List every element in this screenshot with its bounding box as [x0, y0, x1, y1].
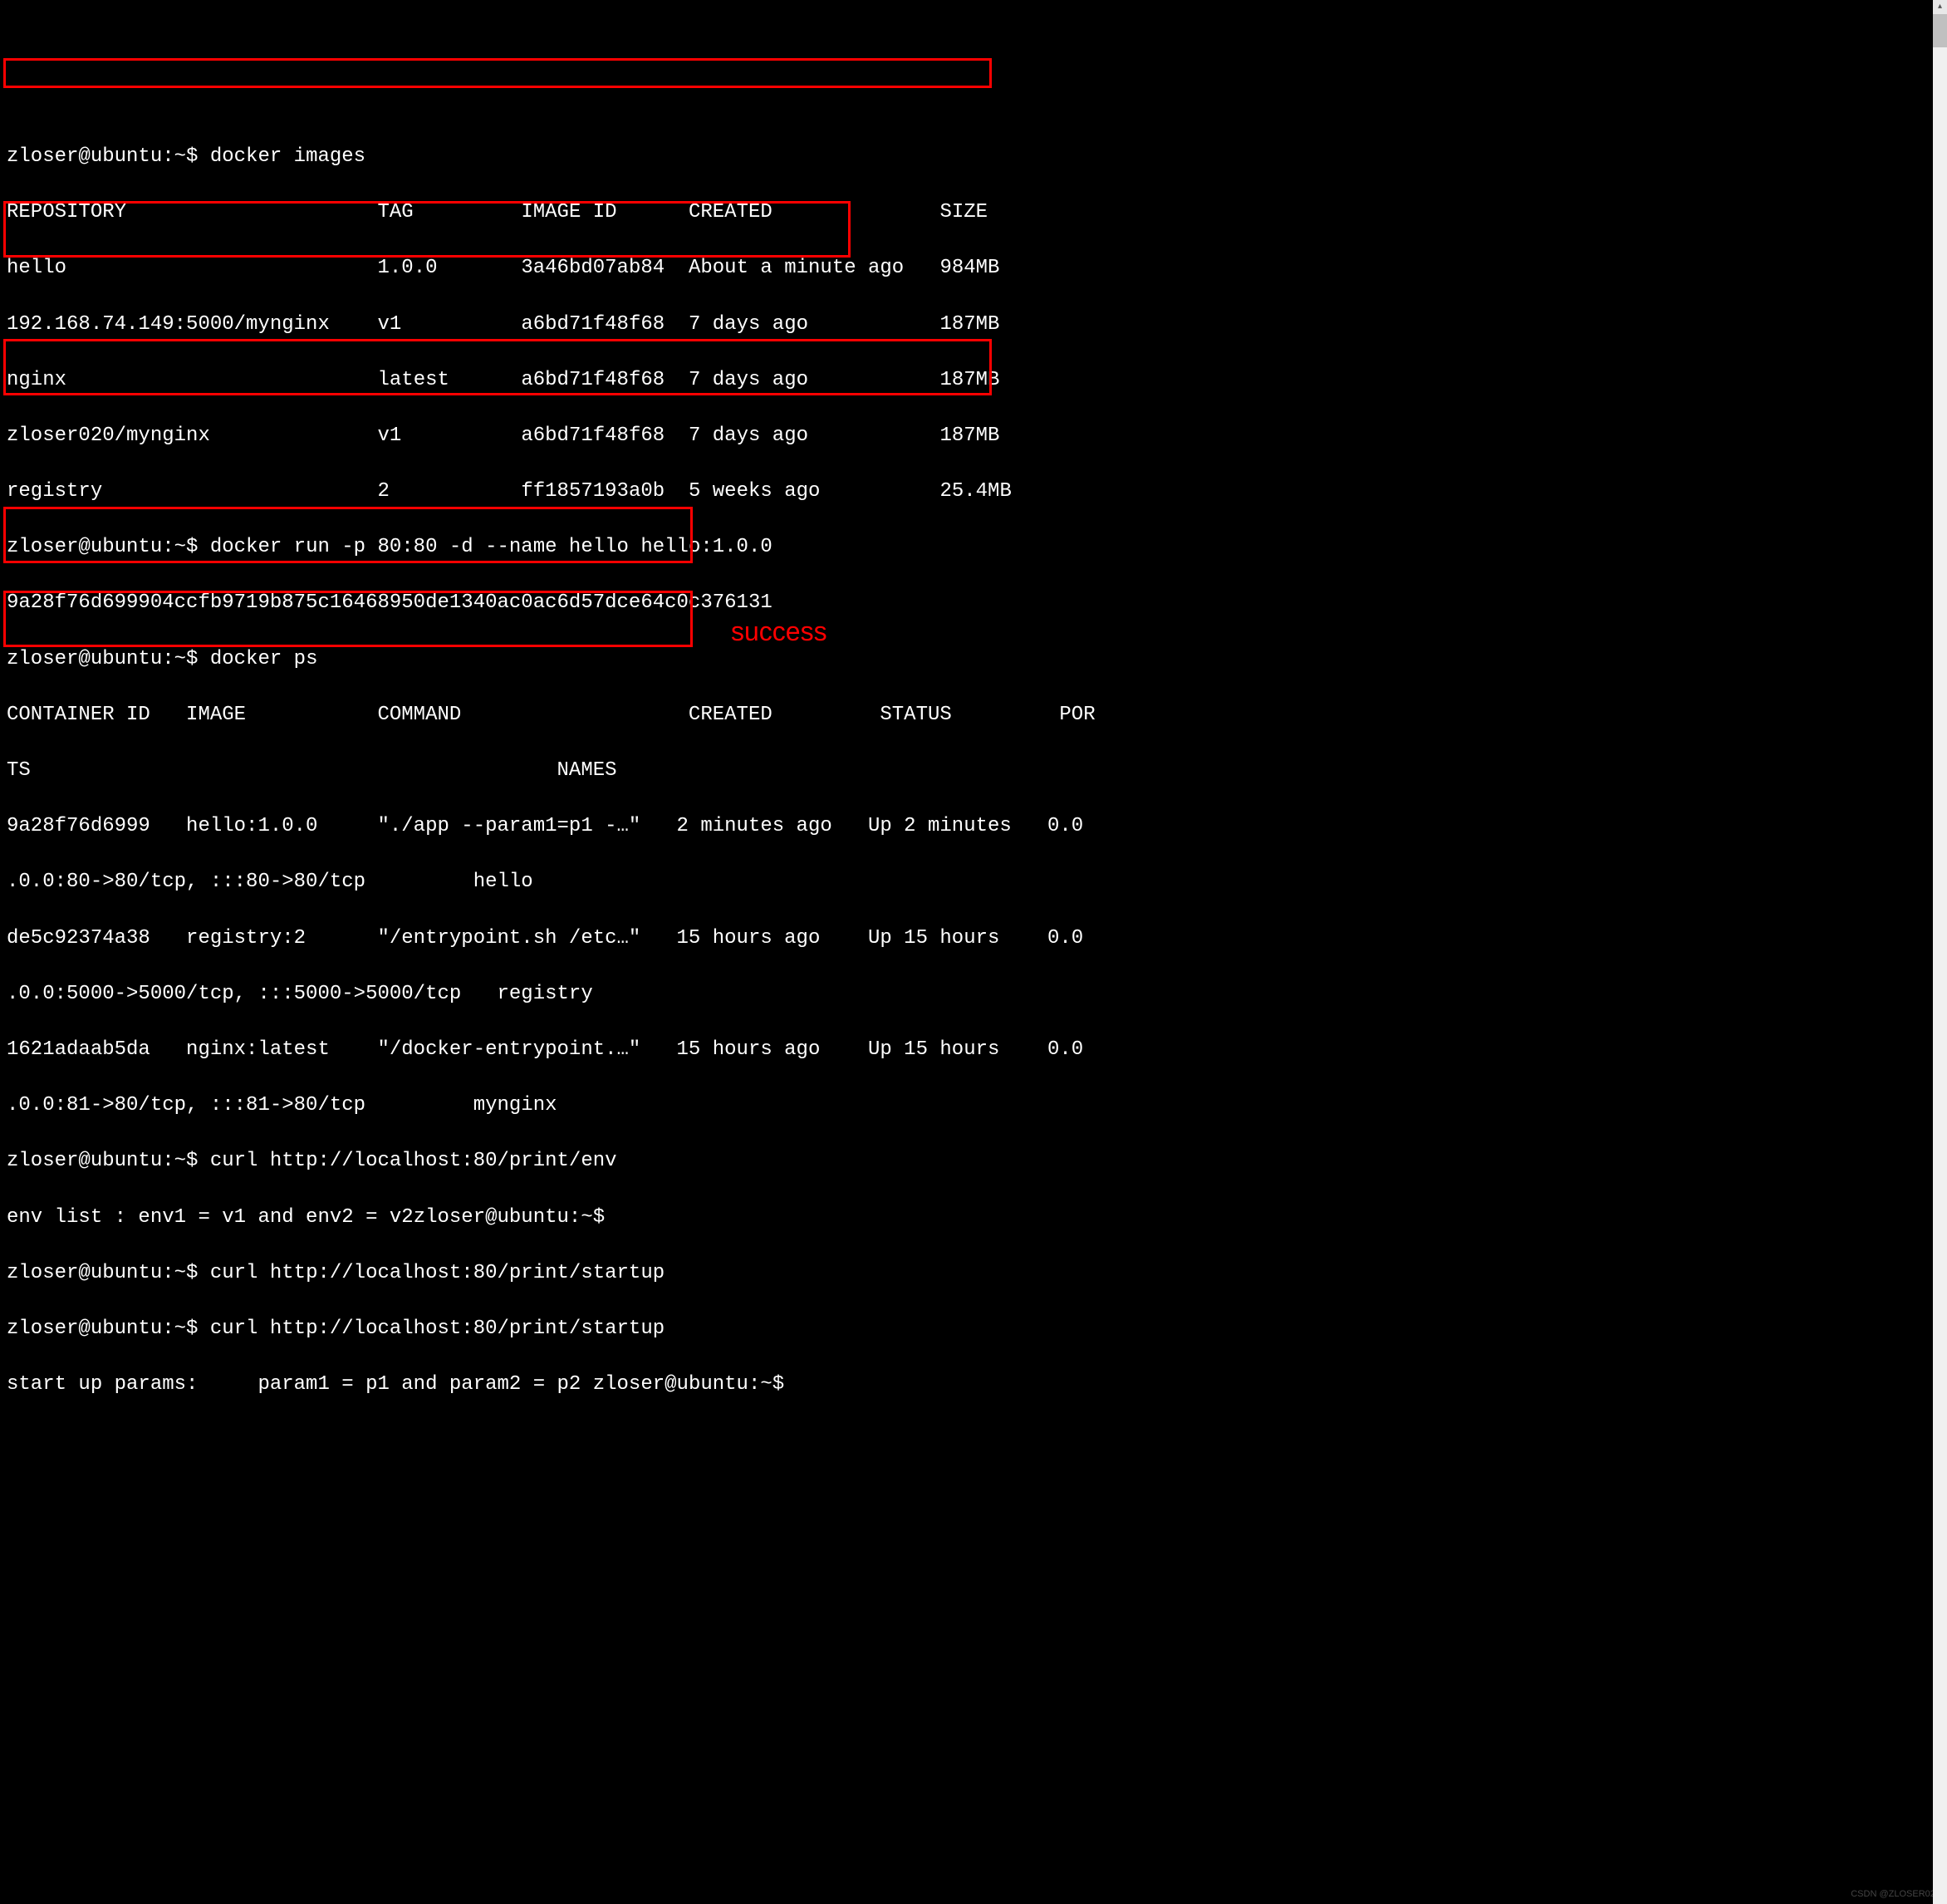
terminal-output: zloser@ubuntu:~$ docker images REPOSITOR… [7, 115, 1940, 1426]
prompt: zloser@ubuntu:~$ [7, 1262, 198, 1284]
cell: 1.0.0 [377, 257, 437, 279]
command: curl http://localhost:80/print/startup [210, 1262, 665, 1284]
command: docker ps [210, 648, 318, 670]
cell: 7 days ago [689, 369, 808, 391]
prompt-line: zloser@ubuntu:~$ curl http://localhost:8… [7, 1259, 1940, 1288]
cell: v1 [377, 424, 401, 447]
cell: 3a46bd07ab84 [521, 257, 665, 279]
images-row: registry 2 ff1857193a0b 5 weeks ago 25.4… [7, 478, 1940, 506]
output-text: env list : env1 = v1 and env2 = v2 [7, 1206, 414, 1229]
ps-row: 9a28f76d6999 hello:1.0.0 "./app --param1… [7, 812, 1940, 841]
images-row: zloser020/mynginx v1 a6bd71f48f68 7 days… [7, 422, 1940, 450]
cell: nginx [7, 369, 66, 391]
prompt: zloser@ubuntu:~$ [7, 648, 198, 670]
prompt: zloser@ubuntu:~$ [593, 1373, 784, 1396]
curl-output: start up params: param1 = p1 and param2 … [7, 1371, 1940, 1399]
cell: a6bd71f48f68 [521, 369, 665, 391]
scrollbar-thumb[interactable] [1933, 14, 1947, 47]
prompt-line: zloser@ubuntu:~$ docker images [7, 143, 1940, 171]
prompt: zloser@ubuntu:~$ [414, 1206, 605, 1229]
prompt: zloser@ubuntu:~$ [7, 145, 198, 168]
images-row: hello 1.0.0 3a46bd07ab84 About a minute … [7, 254, 1940, 282]
scrollbar-vertical[interactable]: ▴ [1933, 0, 1947, 1904]
cell: 984MB [939, 257, 999, 279]
ps-row: de5c92374a38 registry:2 "/entrypoint.sh … [7, 925, 1940, 953]
cell: zloser020/mynginx [7, 424, 210, 447]
cell: registry [7, 480, 102, 503]
col-imageid: IMAGE ID [521, 201, 616, 223]
cell: 2 [377, 480, 389, 503]
run-output: 9a28f76d699904ccfb9719b875c16468950de134… [7, 589, 1940, 617]
prompt-line: zloser@ubuntu:~$ docker run -p 80:80 -d … [7, 533, 1940, 562]
cell: 187MB [939, 369, 999, 391]
ps-header: CONTAINER ID IMAGE COMMAND CREATED STATU… [7, 701, 1940, 729]
cell: 187MB [939, 313, 999, 336]
cell: 192.168.74.149:5000/mynginx [7, 313, 330, 336]
images-header: REPOSITORY TAG IMAGE ID CREATED SIZE [7, 199, 1940, 227]
highlight-box-hello-image [3, 58, 992, 88]
col-size: SIZE [939, 201, 988, 223]
cell: latest [377, 369, 449, 391]
watermark: CSDN @ZLOSER020 [1851, 1888, 1940, 1901]
ps-row: .0.0:5000->5000/tcp, :::5000->5000/tcp r… [7, 980, 1940, 1008]
cell: v1 [377, 313, 401, 336]
ps-row: 1621adaab5da nginx:latest "/docker-entry… [7, 1036, 1940, 1064]
col-repo: REPOSITORY [7, 201, 126, 223]
col-created: CREATED [689, 201, 772, 223]
col-tag: TAG [377, 201, 413, 223]
cell: About a minute ago [689, 257, 904, 279]
images-row: nginx latest a6bd71f48f68 7 days ago 187… [7, 366, 1940, 395]
prompt: zloser@ubuntu:~$ [7, 536, 198, 558]
cell: a6bd71f48f68 [521, 424, 665, 447]
ps-row: .0.0:81->80/tcp, :::81->80/tcp mynginx [7, 1092, 1940, 1120]
cell: 5 weeks ago [689, 480, 820, 503]
command: curl http://localhost:80/print/startup [210, 1318, 665, 1340]
command: docker run -p 80:80 -d --name hello hell… [210, 536, 772, 558]
cell: ff1857193a0b [521, 480, 665, 503]
prompt-line: zloser@ubuntu:~$ curl http://localhost:8… [7, 1147, 1940, 1175]
command: curl http://localhost:80/print/env [210, 1150, 617, 1172]
command: docker images [210, 145, 365, 168]
cell: 25.4MB [939, 480, 1011, 503]
prompt-line: zloser@ubuntu:~$ docker ps [7, 645, 1940, 674]
ps-row: .0.0:80->80/tcp, :::80->80/tcp hello [7, 868, 1940, 896]
prompt-line: zloser@ubuntu:~$ curl http://localhost:8… [7, 1315, 1940, 1343]
cell: a6bd71f48f68 [521, 313, 665, 336]
cell: 187MB [939, 424, 999, 447]
cell: 7 days ago [689, 424, 808, 447]
prompt: zloser@ubuntu:~$ [7, 1150, 198, 1172]
images-row: 192.168.74.149:5000/mynginx v1 a6bd71f48… [7, 311, 1940, 339]
output-text: start up params: param1 = p1 and param2 … [7, 1373, 593, 1396]
ps-header: TS NAMES [7, 757, 1940, 785]
success-annotation: success [731, 613, 827, 650]
curl-output: env list : env1 = v1 and env2 = v2zloser… [7, 1204, 1940, 1232]
scrollbar-arrow-up-icon[interactable]: ▴ [1933, 0, 1947, 14]
cell: 7 days ago [689, 313, 808, 336]
cell: hello [7, 257, 66, 279]
prompt: zloser@ubuntu:~$ [7, 1318, 198, 1340]
